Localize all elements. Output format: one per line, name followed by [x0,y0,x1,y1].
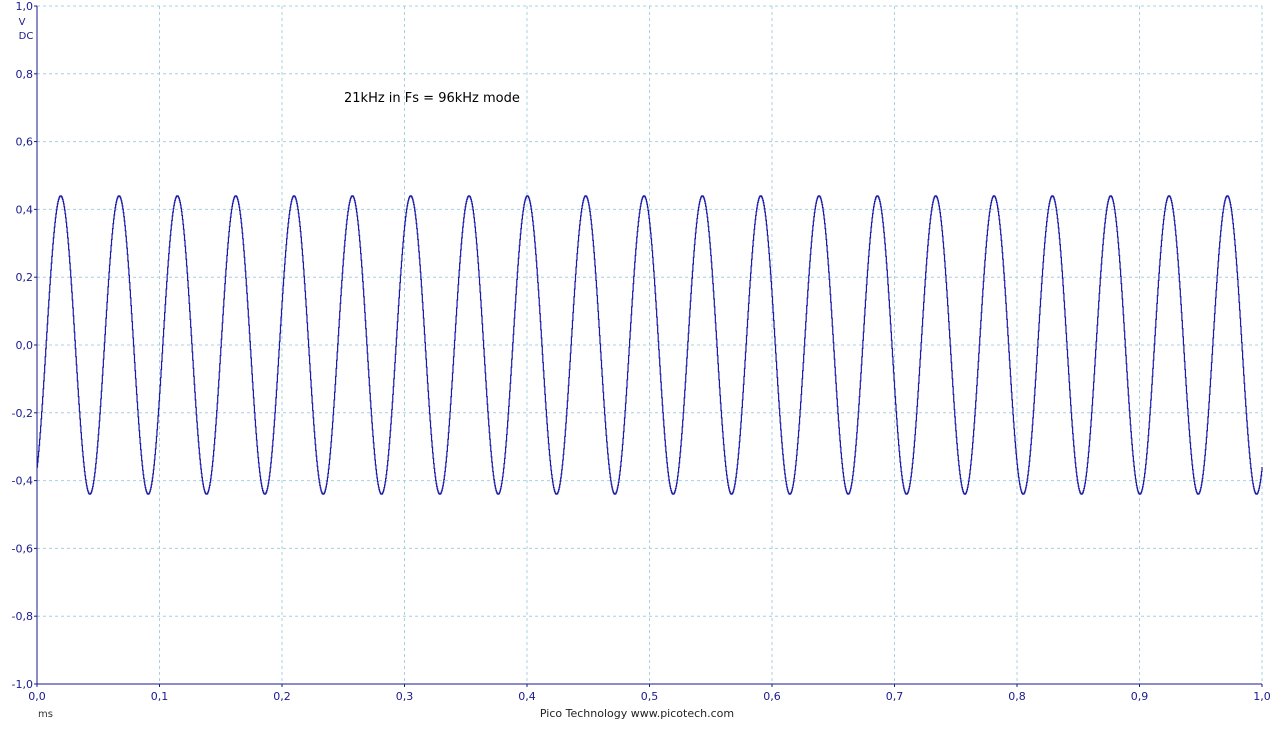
x-tick-label: 0,7 [886,690,904,703]
y-tick-label: 0,0 [16,339,34,352]
x-tick-label: 0,9 [1131,690,1149,703]
x-tick-label: 0,4 [518,690,536,703]
x-unit-label: ms [38,709,53,720]
y-coupling-label: DC [19,31,34,42]
y-tick-label: -0,6 [12,542,33,555]
x-tick-label: 0,0 [28,690,46,703]
y-unit-label: V [19,17,26,28]
y-tick-label: -0,2 [12,407,33,420]
x-tick-label: 0,5 [641,690,659,703]
x-tick-label: 0,8 [1008,690,1026,703]
y-tick-label: 0,8 [16,68,34,81]
oscilloscope-chart: 1,00,80,60,40,20,0-0,2-0,4-0,6-0,8-1,0 0… [12,0,1271,720]
y-tick-labels: 1,00,80,60,40,20,0-0,2-0,4-0,6-0,8-1,0 [12,0,37,691]
footer-credit: Pico Technology www.picotech.com [540,707,734,720]
x-tick-label: 0,3 [396,690,414,703]
y-tick-label: -0,8 [12,610,33,623]
x-tick-label: 0,2 [273,690,291,703]
x-tick-label: 1,0 [1253,690,1271,703]
x-tick-labels: 0,0 0,1 0,2 0,3 0,4 0,5 0,6 0,7 0,8 0,9 1,0 [28,684,1271,703]
y-tick-label: 0,6 [16,136,34,149]
y-tick-label: 1,0 [16,0,34,13]
x-tick-label: 0,6 [763,690,781,703]
chart-title: 21kHz in Fs = 96kHz mode [344,91,520,106]
y-tick-label: -0,4 [12,475,33,488]
y-tick-label: 0,4 [16,203,34,216]
y-tick-label: 0,2 [16,271,34,284]
x-tick-label: 0,1 [151,690,169,703]
